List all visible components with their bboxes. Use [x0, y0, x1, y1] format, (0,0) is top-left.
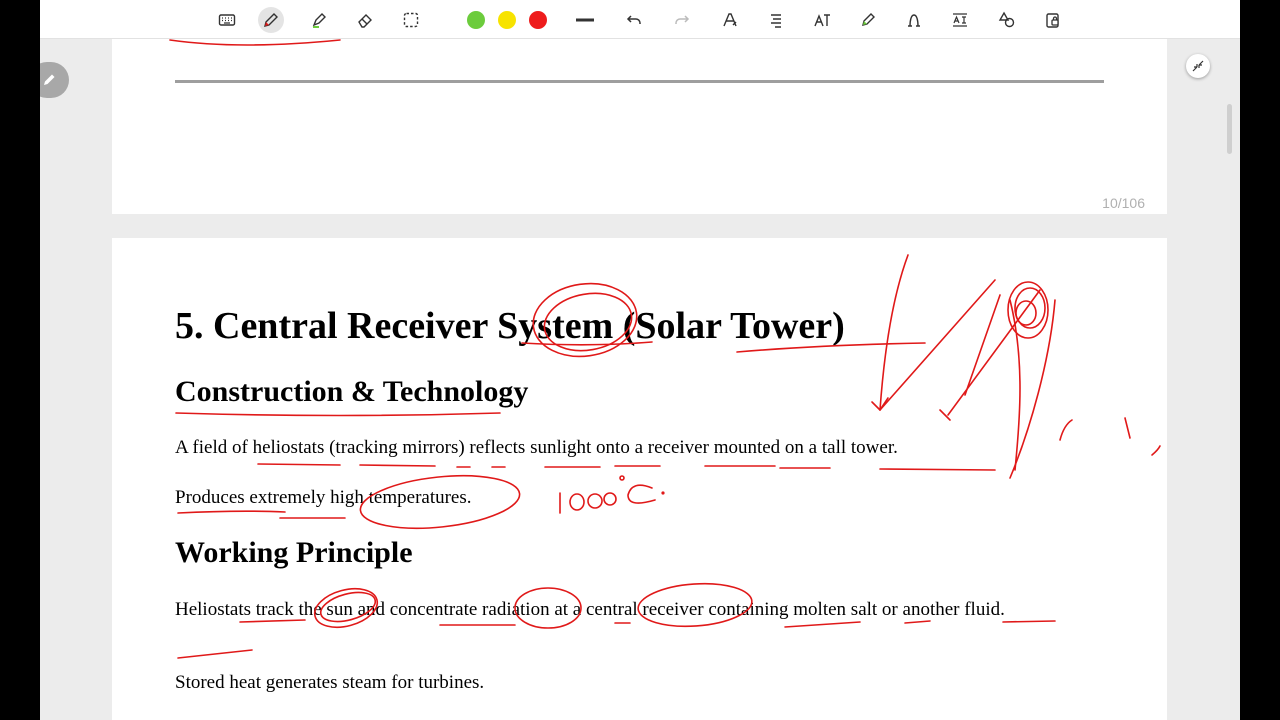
- undo-icon[interactable]: [621, 7, 647, 33]
- collapse-icon[interactable]: [1186, 54, 1210, 78]
- stroke-width-icon[interactable]: [572, 7, 598, 33]
- color-green[interactable]: [463, 7, 489, 33]
- document-page-current: 5. Central Receiver System (Solar Tower)…: [112, 238, 1167, 720]
- annotation-toolbar: [40, 0, 1240, 39]
- keyboard-icon[interactable]: [214, 7, 240, 33]
- convert-to-text-icon[interactable]: [763, 7, 789, 33]
- shapes-icon[interactable]: [994, 7, 1020, 33]
- horizontal-rule: [175, 80, 1104, 83]
- page-counter: 10/106: [1102, 195, 1145, 211]
- vertical-scrollbar[interactable]: [1227, 104, 1232, 154]
- lock-icon[interactable]: [1040, 7, 1066, 33]
- eraser-icon[interactable]: [352, 7, 378, 33]
- highlighter-icon[interactable]: [306, 7, 332, 33]
- paragraph-temperatures: Produces extremely high temperatures.: [175, 487, 472, 508]
- color-red[interactable]: [525, 7, 551, 33]
- edit-mode-button[interactable]: [40, 62, 69, 98]
- shape-pen-icon[interactable]: [901, 7, 927, 33]
- lasso-select-icon[interactable]: [398, 7, 424, 33]
- redo-icon[interactable]: [669, 7, 695, 33]
- section-heading-construction: Construction & Technology: [175, 375, 529, 408]
- section-heading-working-principle: Working Principle: [175, 536, 413, 569]
- text-pen-icon[interactable]: [717, 7, 743, 33]
- color-yellow[interactable]: [494, 7, 520, 33]
- pen-icon[interactable]: [258, 7, 284, 33]
- pencil-icon: [44, 74, 55, 85]
- page-title: 5. Central Receiver System (Solar Tower): [175, 305, 845, 347]
- paragraph-stored-heat: Stored heat generates steam for turbines…: [175, 672, 485, 693]
- marker-icon[interactable]: [855, 7, 881, 33]
- text-recognition-icon[interactable]: [947, 7, 973, 33]
- text-style-icon[interactable]: [809, 7, 835, 33]
- paragraph-heliostats: A field of heliostats (tracking mirrors)…: [175, 437, 898, 458]
- note-app-window: 10/106 5. Central Receiver System (Solar…: [40, 0, 1240, 720]
- paragraph-working: Heliostats track the sun and concentrate…: [175, 599, 1005, 620]
